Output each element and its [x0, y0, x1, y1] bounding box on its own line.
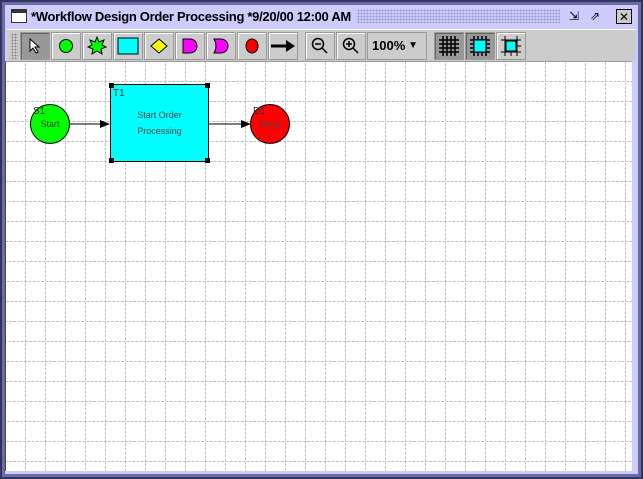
node-id: S1 — [33, 106, 46, 117]
green-star-icon — [87, 35, 107, 55]
toolbar-grip[interactable] — [11, 32, 18, 59]
and-node-button[interactable] — [175, 31, 205, 60]
edge-task-to-done — [209, 120, 251, 128]
zoom-in-icon — [342, 37, 359, 54]
magenta-d-icon — [182, 38, 198, 53]
chevron-down-icon: ▼ — [408, 40, 418, 51]
node-id: T1 — [113, 88, 125, 99]
yellow-diamond-icon — [150, 37, 168, 54]
resize-handle[interactable] — [205, 158, 210, 163]
zoom-out-icon — [311, 37, 328, 54]
resize-handle[interactable] — [109, 158, 114, 163]
maximize-icon[interactable]: ⇗ — [587, 9, 603, 24]
start-node[interactable]: S1 Start — [30, 104, 70, 144]
node-label-line1: Start Order — [137, 110, 182, 120]
done-node[interactable]: D1 Done — [250, 104, 290, 144]
zoom-value: 100% — [372, 38, 406, 53]
close-icon[interactable]: ✕ — [616, 8, 632, 24]
connector-button[interactable] — [268, 31, 298, 60]
connectors — [68, 120, 251, 128]
snap-grid-icon — [470, 35, 490, 56]
red-circle-icon — [245, 38, 259, 53]
pointer-icon — [29, 37, 41, 54]
align-icon — [501, 35, 521, 56]
or-node-button[interactable] — [206, 31, 236, 60]
show-grid-button[interactable] — [434, 31, 464, 60]
select-tool-button[interactable] — [20, 31, 50, 60]
zoom-out-button[interactable] — [305, 31, 335, 60]
zoom-level-select[interactable]: 100% ▼ — [367, 31, 427, 60]
task-node-button[interactable] — [113, 31, 143, 60]
title-bar[interactable]: *Workflow Design Order Processing *9/20/… — [5, 5, 638, 27]
magenta-or-icon — [213, 38, 229, 53]
start-node-button[interactable] — [51, 31, 81, 60]
window-icon — [11, 9, 27, 23]
green-circle-icon — [59, 38, 73, 53]
done-node-button[interactable] — [237, 31, 267, 60]
decision-node-button[interactable] — [144, 31, 174, 60]
snap-to-grid-button[interactable] — [465, 31, 495, 60]
grid-icon — [439, 35, 459, 56]
cyan-rect-icon — [117, 37, 139, 54]
window-title: *Workflow Design Order Processing *9/20/… — [31, 8, 351, 24]
event-node-button[interactable] — [82, 31, 112, 60]
resize-handle[interactable] — [205, 83, 210, 88]
workflow-window: *Workflow Design Order Processing *9/20/… — [0, 0, 643, 479]
node-label: Done — [259, 119, 281, 129]
node-id: D1 — [253, 106, 266, 117]
zoom-in-button[interactable] — [336, 31, 366, 60]
align-button[interactable] — [496, 31, 526, 60]
resize-handle[interactable] — [109, 83, 114, 88]
arrow-icon — [271, 39, 295, 52]
diagram-canvas[interactable]: S1 Start T1 Start Order Processing D1 Don… — [5, 61, 632, 471]
minimize-icon[interactable]: ⇲ — [566, 9, 582, 24]
node-label-line2: Processing — [137, 126, 182, 136]
edge-start-to-task — [68, 120, 110, 128]
toolbar: 100% ▼ — [7, 29, 636, 61]
node-label: Start — [40, 119, 60, 129]
task-node[interactable]: T1 Start Order Processing — [109, 83, 210, 163]
